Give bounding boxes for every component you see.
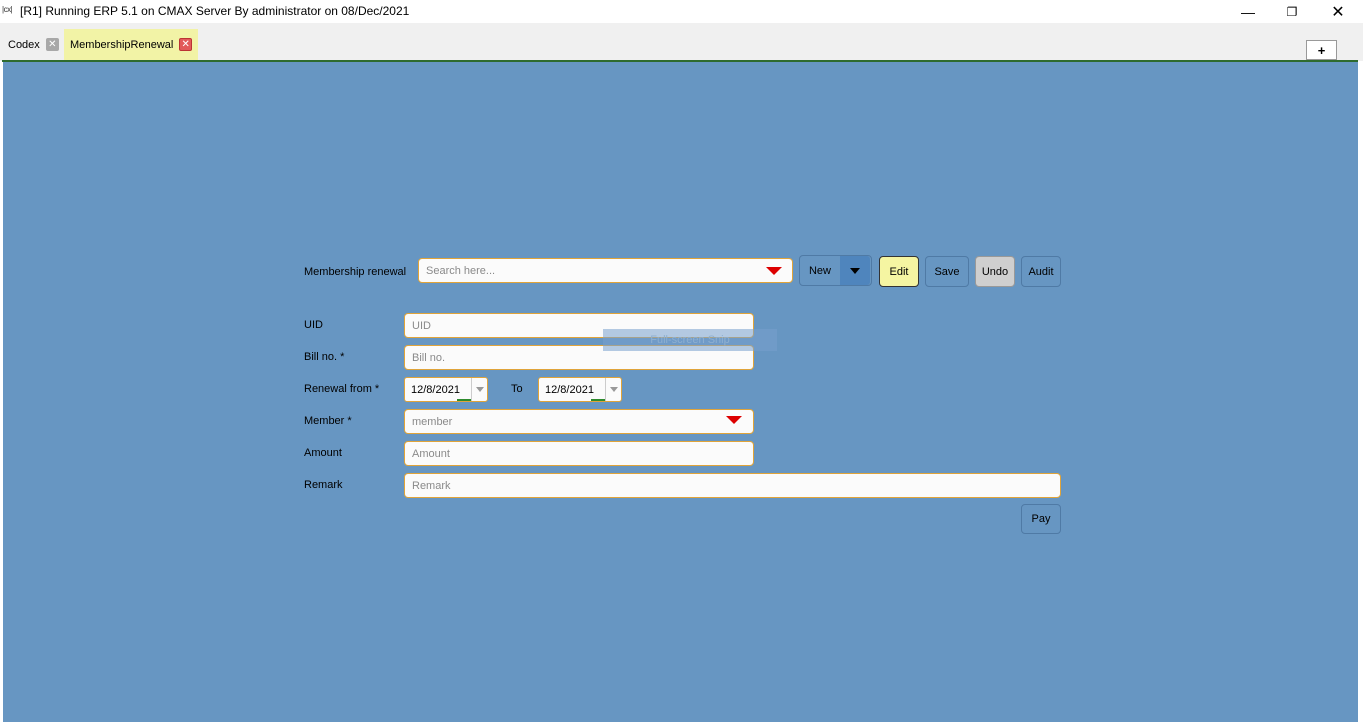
amount-input[interactable]: Amount (404, 441, 754, 466)
calendar-dropdown-icon[interactable] (605, 378, 621, 401)
bill-no-label: Bill no. * (304, 351, 345, 363)
tab-membership-renewal[interactable]: MembershipRenewal ✕ (64, 29, 198, 60)
tab-close-icon[interactable]: ✕ (45, 38, 59, 51)
snip-overlay: Full-screen Snip (603, 329, 777, 351)
undo-button[interactable]: Undo (975, 256, 1015, 287)
uid-placeholder: UID (412, 319, 431, 332)
close-window-button[interactable]: ✕ (1315, 0, 1361, 23)
maximize-button[interactable]: ❐ (1269, 0, 1315, 23)
panel-edge (1358, 62, 1363, 722)
chevron-down-icon (850, 267, 860, 274)
remark-placeholder: Remark (412, 479, 451, 492)
dropdown-arrow-icon[interactable] (766, 267, 782, 275)
tab-codex[interactable]: Codex ✕ (2, 29, 65, 60)
uid-label: UID (304, 319, 323, 331)
edit-button[interactable]: Edit (879, 256, 919, 287)
form-panel (3, 62, 1358, 722)
add-tab-button[interactable]: + (1306, 40, 1337, 60)
title-bar: |cx| [R1] Running ERP 5.1 on CMAX Server… (0, 0, 1363, 23)
remark-label: Remark (304, 479, 343, 491)
renewal-to-value: 12/8/2021 (545, 383, 594, 396)
member-label: Member * (304, 415, 352, 427)
member-placeholder: member (412, 415, 453, 428)
new-button-group[interactable]: New (799, 255, 872, 286)
search-placeholder: Search here... (426, 264, 496, 277)
calendar-dropdown-icon[interactable] (471, 378, 487, 401)
amount-placeholder: Amount (412, 447, 450, 460)
amount-label: Amount (304, 447, 342, 459)
app-icon: |cx| (2, 5, 13, 14)
tab-label: MembershipRenewal (70, 38, 174, 51)
to-label: To (511, 383, 523, 395)
member-select[interactable]: member (404, 409, 754, 434)
bill-no-placeholder: Bill no. (412, 351, 446, 364)
dropdown-arrow-icon[interactable] (726, 416, 742, 424)
save-button[interactable]: Save (925, 256, 969, 287)
renewal-from-label: Renewal from * (304, 383, 380, 395)
renewal-from-date-picker[interactable]: 12/8/2021 (404, 377, 488, 402)
new-button[interactable]: New (800, 256, 840, 285)
tab-close-icon[interactable]: ✕ (179, 38, 192, 51)
focus-indicator (457, 399, 471, 401)
window-title: [R1] Running ERP 5.1 on CMAX Server By a… (20, 4, 410, 18)
membership-renewal-label: Membership renewal (304, 266, 407, 278)
new-dropdown-button[interactable] (840, 256, 870, 285)
tab-bar: Codex ✕ MembershipRenewal ✕ + (0, 23, 1363, 61)
renewal-from-value: 12/8/2021 (411, 383, 460, 396)
focus-indicator (591, 399, 605, 401)
tab-label: Codex (8, 38, 40, 51)
minimize-button[interactable]: — (1225, 0, 1271, 23)
pay-button[interactable]: Pay (1021, 504, 1061, 534)
remark-input[interactable]: Remark (404, 473, 1061, 498)
audit-button[interactable]: Audit (1021, 256, 1061, 287)
renewal-to-date-picker[interactable]: 12/8/2021 (538, 377, 622, 402)
search-input[interactable]: Search here... (418, 258, 793, 283)
